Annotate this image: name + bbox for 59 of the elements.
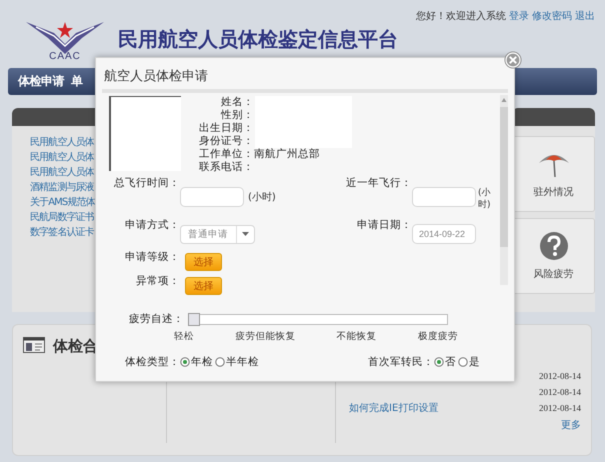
field-label: 申请方式： [124, 218, 180, 233]
date-input[interactable]: 2014-09-22 [412, 224, 476, 244]
radio-label: 年检 [191, 355, 213, 369]
method-select[interactable]: 普通申请 [180, 224, 255, 244]
nav-item[interactable]: 单 [64, 73, 82, 90]
header-link[interactable]: 登录 [509, 9, 529, 23]
news-date: 2012-08-14 [539, 387, 581, 397]
slider-tick-label: 轻松 [174, 330, 194, 343]
dialog-title: 航空人员体检申请 [103, 68, 209, 86]
slider-tick-label: 极度疲劳 [418, 330, 458, 343]
header-link[interactable]: 退出 [575, 9, 595, 23]
field-label: 身份证号： [198, 135, 254, 148]
field-label: 申请日期： [356, 218, 412, 233]
field-label: 总飞行时间： [113, 176, 180, 191]
logo-text: CAAC [49, 51, 81, 62]
header-link[interactable]: 修改密码 [532, 9, 572, 23]
id-card-icon [23, 337, 45, 353]
slider-track[interactable] [188, 314, 448, 324]
slider-thumb[interactable] [188, 312, 200, 326]
field-label: 出生日期： [198, 122, 254, 135]
radio-button[interactable] [215, 357, 225, 367]
news-date: 2012-08-14 [539, 371, 581, 381]
field-label: 体检类型： [124, 355, 180, 369]
hours-input[interactable] [180, 187, 244, 207]
field-label: 工作单位： [198, 148, 254, 161]
field-label: 疲劳自述： [128, 312, 184, 326]
radio-label: 否 [445, 355, 456, 369]
field-label: 近一年飞行： [345, 176, 412, 191]
field-value: 南航广州总部 [254, 148, 320, 161]
radio-label: 是 [469, 355, 480, 369]
tile-label: 驻外情况 [534, 186, 574, 199]
question-icon [538, 231, 568, 261]
field-label: 联系电话： [198, 161, 254, 174]
field-label: 申请等级： [124, 250, 180, 265]
tile-button[interactable]: 风险疲劳 [512, 218, 595, 294]
tile-button[interactable]: 驻外情况 [512, 136, 595, 212]
caret-icon [242, 232, 249, 236]
field-label: 异常项： [135, 274, 180, 289]
greeting-text: 您好！欢迎进入系统 [416, 10, 506, 23]
news-link[interactable]: 如何完成IE打印设置 [349, 401, 438, 415]
nav-item[interactable]: 体检申请 [8, 73, 64, 90]
news-date: 2012-08-14 [539, 403, 581, 413]
radio-button[interactable] [458, 357, 468, 367]
slider-tick-label: 不能恢复 [336, 330, 377, 343]
select-button[interactable]: 选择 [185, 277, 222, 295]
more-link[interactable]: 更多 [561, 418, 581, 432]
field-label: 性别： [220, 109, 254, 122]
hours-input[interactable] [412, 187, 476, 207]
site-title: 民用航空人员体检鉴定信息平台 [118, 26, 398, 52]
radio-button[interactable] [434, 357, 444, 367]
radio-button[interactable] [180, 357, 190, 367]
radio-label: 半年检 [226, 355, 259, 369]
unit-text: (小时) [478, 187, 492, 211]
select-button[interactable]: 选择 [185, 253, 222, 271]
unit-text: (小时) [248, 190, 276, 204]
field-label: 姓名： [220, 96, 254, 109]
tile-label: 风险疲劳 [534, 268, 574, 281]
field-label: 首次军转民： [367, 355, 434, 369]
slider-tick-label: 疲劳但能恢复 [235, 330, 296, 343]
